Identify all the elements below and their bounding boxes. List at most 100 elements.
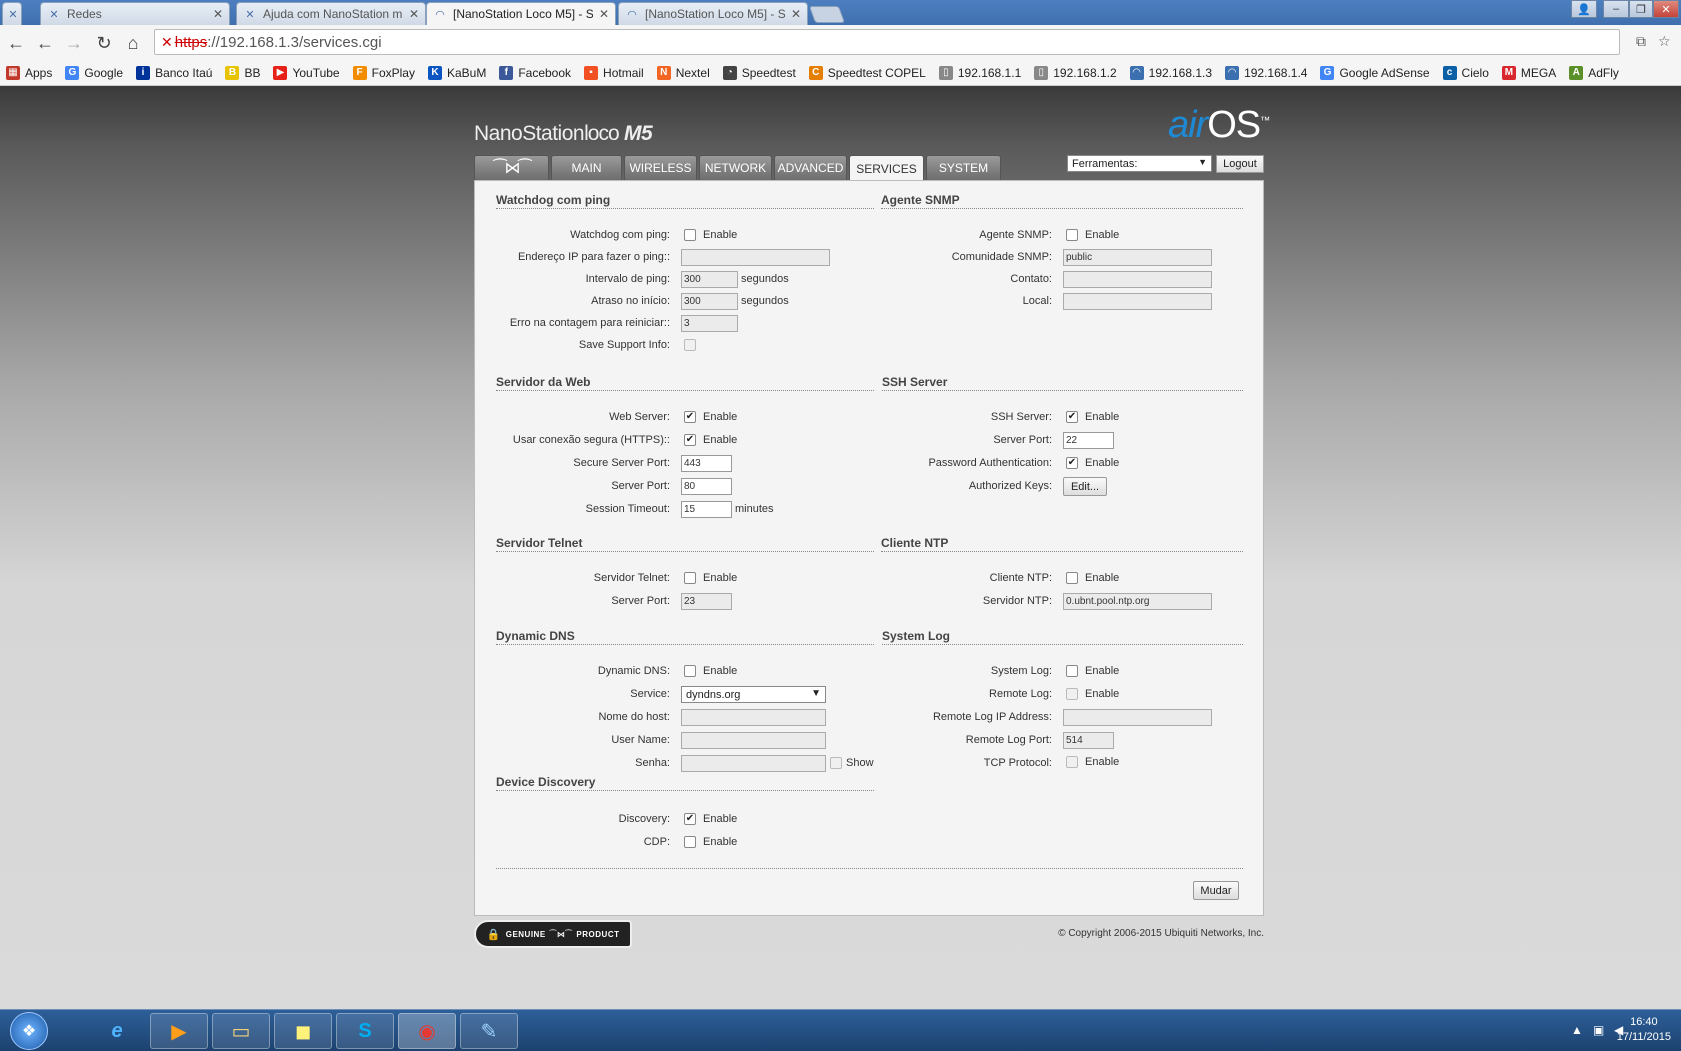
secure-port-input[interactable]: 443 (681, 455, 732, 472)
skype-icon[interactable]: S (336, 1013, 394, 1049)
bookmark-item[interactable]: ◠ 192.168.1.3 (1129, 65, 1212, 80)
bookmark-item[interactable]: ◔ Speedtest (722, 65, 796, 80)
show-password-checkbox[interactable] (830, 757, 842, 769)
chrome-icon[interactable]: ◉ (398, 1013, 456, 1049)
sticky-notes-icon[interactable]: ◼ (274, 1013, 332, 1049)
syslog-enable-checkbox[interactable] (1066, 665, 1078, 677)
bookmark-item[interactable]: C Speedtest COPEL (808, 65, 926, 80)
snmp-community-input[interactable]: public (1063, 249, 1212, 266)
translate-icon[interactable]: ⧉ (1636, 33, 1646, 50)
network-icon[interactable]: ▣ (1593, 1023, 1604, 1037)
session-timeout-input[interactable]: 15 (681, 501, 732, 518)
new-tab-button[interactable] (808, 6, 846, 23)
close-icon[interactable]: ✕ (409, 7, 419, 21)
ssh-server-checkbox[interactable]: ✔ (1066, 411, 1078, 423)
bookmark-item[interactable]: ▯ 192.168.1.1 (938, 65, 1021, 80)
tab-overflow[interactable]: ✕ (2, 2, 22, 25)
internet-explorer-icon[interactable]: e (88, 1013, 146, 1049)
bookmark-item[interactable]: i Banco Itaú (136, 65, 212, 80)
star-icon[interactable]: ☆ (1658, 33, 1671, 50)
ddns-enable-checkbox[interactable] (684, 665, 696, 677)
tab-network[interactable]: NETWORK (699, 155, 772, 180)
close-icon[interactable]: ✕ (599, 7, 609, 21)
ntp-enable-checkbox[interactable] (1066, 572, 1078, 584)
ping-interval-input[interactable]: 300 (681, 271, 738, 288)
bookmark-item[interactable]: ▶ YouTube (273, 65, 340, 80)
ddns-service-select[interactable]: dyndns.org ▼ (681, 686, 826, 703)
ntp-server-input[interactable]: 0.ubnt.pool.ntp.org (1063, 593, 1212, 610)
tab-ubnt-home[interactable]: ⁀⋈⁀ (474, 155, 549, 180)
forward-arrow-icon[interactable]: → (62, 31, 86, 55)
hostname-input[interactable] (681, 709, 826, 726)
bookmark-item[interactable]: F FoxPlay (352, 65, 415, 80)
home-icon[interactable]: ⌂ (121, 31, 145, 55)
username-input[interactable] (681, 732, 826, 749)
tools-select[interactable]: Ferramentas: ▼ (1067, 155, 1212, 172)
support-info-checkbox[interactable] (684, 339, 696, 351)
edit-keys-button[interactable]: Edit... (1063, 477, 1107, 496)
tab-advanced[interactable]: ADVANCED (774, 155, 847, 180)
tab-services[interactable]: SERVICES (849, 155, 924, 181)
browser-tab-nanostation-active[interactable]: ◠ [NanoStation Loco M5] - S ✕ (426, 2, 616, 25)
user-icon[interactable]: 👤 (1571, 0, 1597, 18)
browser-tab-redes[interactable]: ✕ Redes ✕ (40, 2, 230, 25)
remote-log-port-input[interactable]: 514 (1063, 732, 1114, 749)
snmp-contact-input[interactable] (1063, 271, 1212, 288)
start-delay-input[interactable]: 300 (681, 293, 738, 310)
tcp-protocol-checkbox[interactable] (1066, 756, 1078, 768)
bookmark-item[interactable]: K KaBuM (427, 65, 486, 80)
bookmark-item[interactable]: f Facebook (499, 65, 571, 80)
bookmark-item[interactable]: A AdFly (1569, 65, 1619, 80)
reload-icon[interactable]: ↻ (92, 31, 116, 55)
remote-log-ip-input[interactable] (1063, 709, 1212, 726)
password-input[interactable] (681, 755, 826, 772)
bookmark-item[interactable]: c Cielo (1442, 65, 1489, 80)
paint-icon[interactable]: ✎ (460, 1013, 518, 1049)
enable-label: Enable (703, 665, 738, 677)
bookmark-item[interactable]: ▪ Hotmail (584, 65, 644, 80)
discovery-checkbox[interactable]: ✔ (684, 813, 696, 825)
telnet-enable-checkbox[interactable] (684, 572, 696, 584)
ssh-port-input[interactable]: 22 (1063, 432, 1114, 449)
telnet-port-input[interactable]: 23 (681, 593, 732, 610)
web-server-checkbox[interactable]: ✔ (684, 411, 696, 423)
bookmark-item[interactable]: N Nextel (656, 65, 710, 80)
bookmark-item[interactable]: M MEGA (1501, 65, 1556, 80)
bookmark-item[interactable]: G Google (65, 65, 123, 80)
bookmark-item[interactable]: B BB (225, 65, 260, 80)
maximize-icon[interactable]: ❐ (1629, 0, 1653, 18)
system-clock[interactable]: 16:40 17/11/2015 (1617, 1015, 1671, 1045)
file-explorer-icon[interactable]: ▭ (212, 1013, 270, 1049)
media-player-icon[interactable]: ▶ (150, 1013, 208, 1049)
tab-system[interactable]: SYSTEM (926, 155, 1001, 180)
password-auth-checkbox[interactable]: ✔ (1066, 457, 1078, 469)
tray-expand-icon[interactable]: ▲ (1571, 1023, 1583, 1037)
tab-main[interactable]: MAIN (551, 155, 622, 180)
window-close-icon[interactable]: ✕ (1653, 0, 1679, 18)
windows-start-button[interactable]: ❖ (10, 1012, 48, 1050)
bookmark-item[interactable]: ◠ 192.168.1.4 (1225, 65, 1307, 80)
minimize-icon[interactable]: – (1603, 0, 1629, 18)
ping-ip-input[interactable] (681, 249, 830, 266)
remote-log-checkbox[interactable] (1066, 688, 1078, 700)
back-arrow-icon[interactable]: ← (4, 31, 28, 55)
apply-button[interactable]: Mudar (1193, 881, 1239, 900)
close-icon[interactable]: ✕ (213, 7, 223, 21)
tab-wireless[interactable]: WIRELESS (624, 155, 697, 180)
watchdog-enable-checkbox[interactable] (684, 229, 696, 241)
close-icon[interactable]: ✕ (791, 7, 801, 21)
snmp-enable-checkbox[interactable] (1066, 229, 1078, 241)
address-bar[interactable]: ✕ https ://192.168.1.3/services.cgi (154, 29, 1620, 55)
snmp-location-input[interactable] (1063, 293, 1212, 310)
https-checkbox[interactable]: ✔ (684, 434, 696, 446)
bookmark-item[interactable]: G Google AdSense (1320, 65, 1430, 80)
back-button[interactable]: ← (33, 31, 57, 55)
web-port-input[interactable]: 80 (681, 478, 732, 495)
fail-count-input[interactable]: 3 (681, 315, 738, 332)
browser-tab-nanostation[interactable]: ◠ [NanoStation Loco M5] - S ✕ (618, 2, 808, 25)
browser-tab-ajuda[interactable]: ✕ Ajuda com NanoStation m ✕ (236, 2, 426, 25)
cdp-checkbox[interactable] (684, 836, 696, 848)
bookmark-item[interactable]: ▦ Apps (6, 65, 52, 80)
logout-button[interactable]: Logout (1216, 155, 1264, 173)
bookmark-item[interactable]: ▯ 192.168.1.2 (1034, 65, 1117, 80)
